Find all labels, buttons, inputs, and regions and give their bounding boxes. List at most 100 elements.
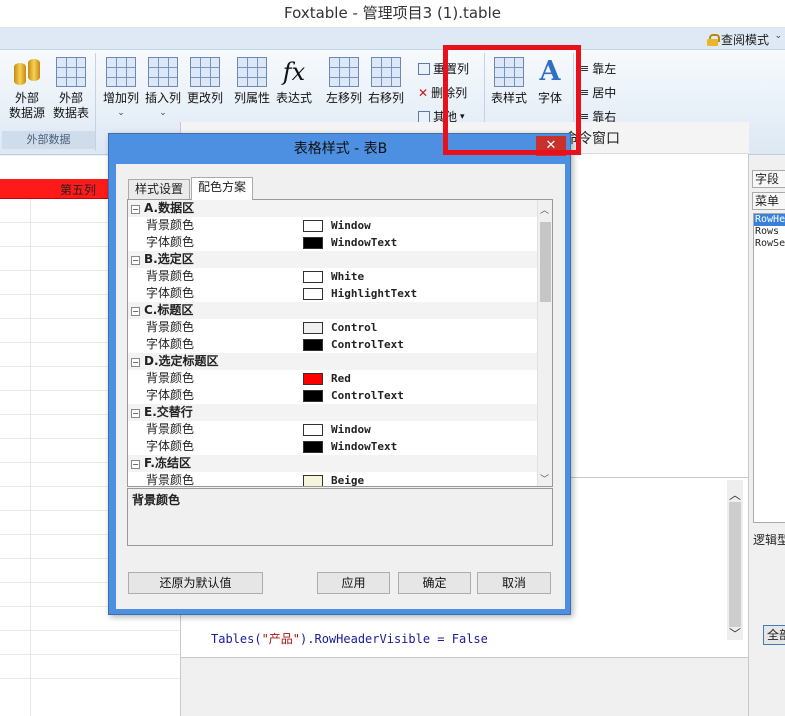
move-right-button[interactable]: 右移列 — [364, 57, 408, 106]
color-swatch[interactable] — [303, 237, 323, 249]
property-row[interactable]: 背景颜色 Control — [128, 319, 538, 336]
tab-fields[interactable]: 字段 — [752, 170, 785, 188]
tab-style-settings[interactable]: 样式设置 — [128, 179, 191, 199]
table-row[interactable] — [0, 631, 180, 655]
property-category[interactable]: − E.交替行 — [128, 404, 538, 421]
view-mode-button[interactable]: 查阅模式 — [706, 31, 769, 48]
property-scrollbar[interactable]: ︿ ﹀ — [537, 200, 552, 486]
property-value[interactable]: Window — [331, 421, 371, 438]
column-props-button[interactable]: 列属性 — [232, 57, 272, 106]
property-row[interactable]: 背景颜色 Red — [128, 370, 538, 387]
property-value[interactable]: WindowText — [331, 438, 397, 455]
insert-column-dropdown-icon[interactable]: ⌄ — [144, 106, 182, 121]
color-swatch[interactable] — [303, 373, 323, 385]
tab-menu[interactable]: 菜单 — [752, 192, 785, 210]
property-value[interactable]: Window — [331, 217, 371, 234]
property-category[interactable]: − F.冻结区 — [128, 455, 538, 472]
collapse-icon[interactable]: − — [131, 205, 140, 214]
category-label: C.标题区 — [144, 303, 194, 317]
property-row[interactable]: 背景颜色 Window — [128, 217, 538, 234]
view-mode-label: 查阅模式 — [720, 33, 769, 47]
add-column-dropdown-icon[interactable]: ⌄ — [102, 106, 140, 121]
property-row[interactable]: 背景颜色 Beige — [128, 472, 538, 486]
property-value[interactable]: ControlText — [331, 336, 404, 353]
property-value[interactable]: ControlText — [331, 387, 404, 404]
color-swatch[interactable] — [303, 390, 323, 402]
color-swatch[interactable] — [303, 424, 323, 436]
property-scrollbar-thumb[interactable] — [540, 222, 551, 302]
database-icon — [12, 57, 42, 87]
modify-column-label: 更改列 — [186, 91, 223, 105]
property-row[interactable]: 字体颜色 ControlText — [128, 387, 538, 404]
external-datasource-button[interactable]: 外部 数据源 — [6, 57, 48, 121]
color-swatch[interactable] — [303, 441, 323, 453]
all-button[interactable]: 全部 — [763, 625, 785, 645]
expression-button[interactable]: fx 表达式 — [274, 57, 314, 106]
color-swatch[interactable] — [303, 220, 323, 232]
ok-button[interactable]: 确定 — [398, 572, 471, 594]
color-swatch[interactable] — [303, 271, 323, 283]
add-column-button[interactable]: 增加列 ⌄ — [102, 57, 140, 121]
external-table-button[interactable]: 外部 数据表 — [50, 57, 92, 121]
color-swatch[interactable] — [303, 288, 323, 300]
property-row[interactable]: 背景颜色 Window — [128, 421, 538, 438]
property-category[interactable]: − D.选定标题区 — [128, 353, 538, 370]
code-object: Tables( — [211, 632, 262, 646]
property-value[interactable]: White — [331, 268, 364, 285]
scroll-down-icon[interactable]: ﹀ — [540, 472, 549, 485]
property-category[interactable]: − A.数据区 — [128, 200, 538, 217]
cancel-button[interactable]: 取消 — [477, 572, 551, 594]
collapse-icon[interactable]: − — [131, 256, 140, 265]
modify-column-icon — [190, 57, 220, 87]
property-value[interactable]: HighlightText — [331, 285, 417, 302]
property-value[interactable]: WindowText — [331, 234, 397, 251]
output-pane — [181, 657, 749, 716]
scroll-up-icon[interactable]: ︿ — [540, 203, 549, 216]
align-center-button[interactable]: ≡ 居中 — [580, 84, 616, 101]
property-row[interactable]: 背景颜色 White — [128, 268, 538, 285]
property-value[interactable]: Control — [331, 319, 377, 336]
move-left-button[interactable]: 左移列 — [322, 57, 366, 106]
property-category[interactable]: − B.选定区 — [128, 251, 538, 268]
collapse-icon[interactable]: − — [131, 307, 140, 316]
color-swatch[interactable] — [303, 475, 323, 486]
color-swatch[interactable] — [303, 322, 323, 334]
scroll-up-icon[interactable]: ︿ — [729, 486, 741, 503]
tab-color-scheme[interactable]: 配色方案 — [191, 177, 254, 200]
table-row[interactable] — [0, 655, 180, 679]
column-props-label: 列属性 — [233, 91, 270, 105]
modify-column-button[interactable]: 更改列 — [186, 57, 224, 106]
scroll-down-icon[interactable]: ﹀ — [729, 625, 741, 642]
code-line[interactable]: Tables("产品").RowHeaderVisible = False — [211, 630, 488, 647]
property-row[interactable]: 字体颜色 ControlText — [128, 336, 538, 353]
column-props-icon — [237, 57, 267, 87]
property-name: 背景颜色 — [146, 371, 195, 385]
external-datasource-label-2: 数据源 — [8, 106, 45, 120]
property-name: 背景颜色 — [146, 269, 195, 283]
property-row[interactable]: 字体颜色 WindowText — [128, 234, 538, 251]
category-label: A.数据区 — [144, 201, 195, 215]
list-item[interactable]: RowSe — [754, 238, 785, 250]
align-left-button[interactable]: ≡ 靠左 — [580, 60, 616, 77]
property-row[interactable]: 字体颜色 WindowText — [128, 438, 538, 455]
property-row[interactable]: 字体颜色 HighlightText — [128, 285, 538, 302]
align-left-label: 靠左 — [592, 62, 617, 76]
insert-column-button[interactable]: 插入列 ⌄ — [144, 57, 182, 121]
apply-button[interactable]: 应用 — [317, 572, 390, 594]
member-list[interactable]: RowHe Rows RowSe — [753, 213, 785, 523]
align-left-icon: ≡ — [580, 62, 590, 75]
collapse-icon[interactable]: − — [131, 409, 140, 418]
list-item[interactable]: Rows — [754, 226, 785, 238]
chevron-down-icon[interactable]: ⌄ — [774, 31, 782, 41]
color-swatch[interactable] — [303, 339, 323, 351]
collapse-icon[interactable]: − — [131, 460, 140, 469]
list-item[interactable]: RowHe — [754, 214, 785, 226]
column-header-label: 第五列 — [60, 183, 97, 197]
property-description: 背景颜色 — [127, 488, 553, 546]
code-scrollbar-thumb[interactable] — [729, 502, 741, 627]
property-value[interactable]: Red — [331, 370, 351, 387]
collapse-icon[interactable]: − — [131, 358, 140, 367]
reset-default-button[interactable]: 还原为默认值 — [128, 572, 263, 594]
property-category[interactable]: − C.标题区 — [128, 302, 538, 319]
property-value[interactable]: Beige — [331, 472, 364, 486]
